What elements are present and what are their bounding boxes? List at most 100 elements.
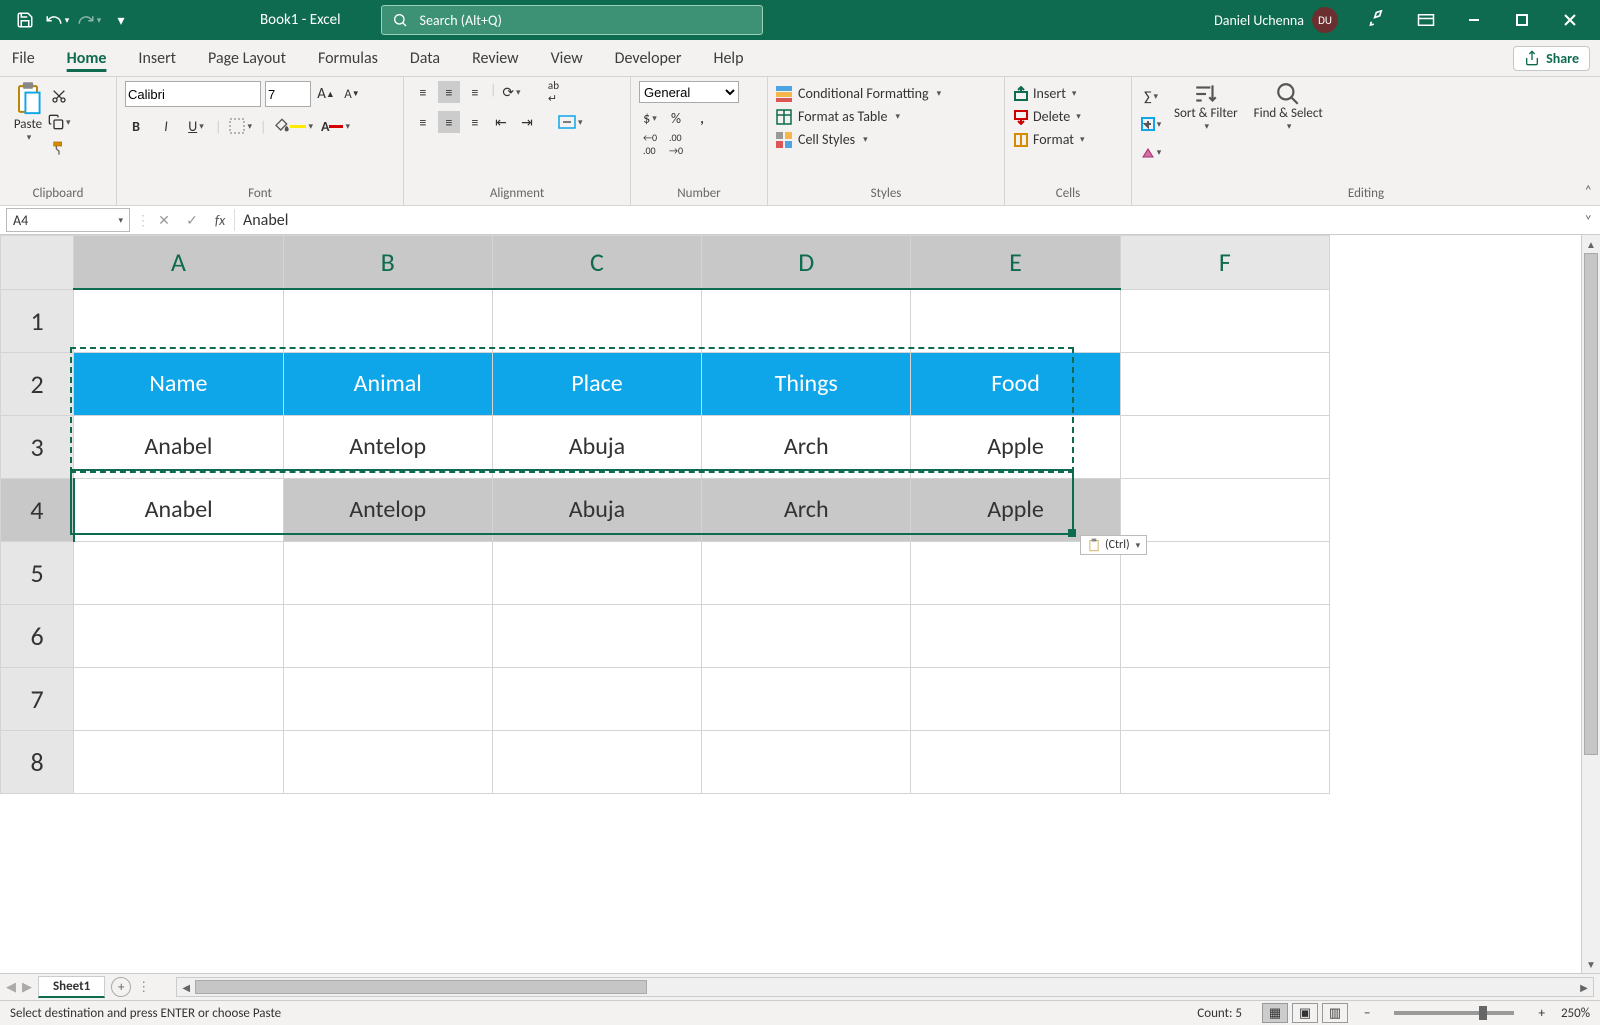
col-header-C[interactable]: C bbox=[492, 236, 701, 290]
format-painter-button[interactable] bbox=[48, 137, 71, 159]
cell-styles-button[interactable]: Cell Styles▾ bbox=[776, 131, 868, 148]
coming-soon-button[interactable] bbox=[1354, 0, 1402, 40]
increase-indent-button[interactable]: ⇥ bbox=[516, 111, 538, 133]
scroll-left-button[interactable]: ◀ bbox=[177, 978, 195, 996]
maximize-button[interactable] bbox=[1498, 0, 1546, 40]
accounting-format-button[interactable]: $▾ bbox=[639, 107, 661, 129]
cell-D2[interactable]: Things bbox=[702, 352, 911, 415]
col-header-D[interactable]: D bbox=[702, 236, 911, 290]
font-family-combo[interactable] bbox=[125, 81, 261, 107]
merge-center-button[interactable]: ▾ bbox=[558, 111, 583, 133]
italic-button[interactable]: I bbox=[155, 115, 177, 137]
share-button[interactable]: Share bbox=[1513, 46, 1590, 71]
tab-review[interactable]: Review bbox=[470, 45, 521, 72]
cell-B4[interactable]: Antelop bbox=[283, 478, 492, 541]
expand-formula-bar-button[interactable]: ˅ bbox=[1576, 212, 1600, 229]
tab-developer[interactable]: Developer bbox=[613, 45, 684, 72]
new-sheet-button[interactable]: + bbox=[111, 977, 131, 997]
normal-view-button[interactable]: ▦ bbox=[1262, 1003, 1288, 1023]
sheet-nav-next[interactable]: ▶ bbox=[22, 980, 32, 995]
row-header-4[interactable]: 4 bbox=[1, 478, 74, 541]
insert-cells-button[interactable]: Insert▾ bbox=[1013, 85, 1076, 102]
user-account[interactable]: Daniel Uchenna DU bbox=[1214, 7, 1338, 33]
undo-button[interactable]: ▾ bbox=[44, 7, 70, 33]
formula-input[interactable]: Anabel bbox=[234, 209, 1576, 231]
qat-customize[interactable]: ▾ bbox=[108, 7, 134, 33]
cell-E4[interactable]: Apple bbox=[911, 478, 1120, 541]
cell-A2[interactable]: Name bbox=[74, 352, 283, 415]
wrap-text-button[interactable]: ab↵ bbox=[542, 81, 564, 103]
comma-button[interactable]: , bbox=[691, 107, 713, 129]
vertical-scrollbar[interactable]: ▲ ▼ bbox=[1581, 235, 1600, 973]
bold-button[interactable]: B bbox=[125, 115, 147, 137]
sort-filter-button[interactable]: Sort & Filter▾ bbox=[1170, 81, 1242, 132]
row-header-3[interactable]: 3 bbox=[1, 415, 74, 478]
minimize-button[interactable] bbox=[1450, 0, 1498, 40]
decrease-font-button[interactable]: A▼ bbox=[341, 83, 363, 105]
cut-button[interactable] bbox=[48, 85, 71, 107]
h-scroll-thumb[interactable] bbox=[195, 980, 647, 994]
row-header-5[interactable]: 5 bbox=[1, 541, 74, 604]
align-bottom-button[interactable]: ≡ bbox=[464, 81, 486, 103]
col-header-F[interactable]: F bbox=[1120, 236, 1329, 290]
tab-file[interactable]: File bbox=[10, 45, 37, 72]
align-center-button[interactable]: ≡ bbox=[438, 111, 460, 133]
tab-page-layout[interactable]: Page Layout bbox=[206, 45, 288, 72]
close-button[interactable] bbox=[1546, 0, 1594, 40]
clear-button[interactable]: ▾ bbox=[1140, 141, 1162, 163]
ribbon-display-button[interactable] bbox=[1402, 0, 1450, 40]
enter-formula-button[interactable]: ✓ bbox=[178, 212, 206, 229]
cell-E2[interactable]: Food bbox=[911, 352, 1120, 415]
fill-color-button[interactable]: ▾ bbox=[274, 115, 313, 137]
row-header-2[interactable]: 2 bbox=[1, 352, 74, 415]
search-box[interactable]: Search (Alt+Q) bbox=[381, 5, 763, 35]
col-header-B[interactable]: B bbox=[283, 236, 492, 290]
collapse-ribbon-button[interactable]: ˄ bbox=[1584, 182, 1592, 199]
tab-home[interactable]: Home bbox=[65, 45, 109, 72]
horizontal-scrollbar[interactable]: ◀ ▶ bbox=[176, 977, 1594, 997]
row-header-6[interactable]: 6 bbox=[1, 604, 74, 667]
col-header-E[interactable]: E bbox=[911, 236, 1120, 290]
col-header-A[interactable]: A bbox=[74, 236, 283, 290]
scroll-right-button[interactable]: ▶ bbox=[1575, 978, 1593, 996]
scroll-up-button[interactable]: ▲ bbox=[1582, 235, 1600, 253]
v-scroll-thumb[interactable] bbox=[1584, 253, 1598, 755]
underline-button[interactable]: U▾ bbox=[185, 115, 207, 137]
zoom-in-button[interactable]: + bbox=[1538, 1006, 1544, 1021]
align-top-button[interactable]: ≡ bbox=[412, 81, 434, 103]
page-break-view-button[interactable]: ▥ bbox=[1322, 1003, 1348, 1023]
cell-D3[interactable]: Arch bbox=[702, 415, 911, 478]
find-select-button[interactable]: Find & Select▾ bbox=[1250, 81, 1327, 132]
number-format-combo[interactable]: General bbox=[639, 81, 739, 103]
scroll-down-button[interactable]: ▼ bbox=[1582, 955, 1600, 973]
sheet-tab-1[interactable]: Sheet1 bbox=[38, 976, 105, 998]
align-middle-button[interactable]: ≡ bbox=[438, 81, 460, 103]
format-cells-button[interactable]: Format▾ bbox=[1013, 131, 1085, 148]
cell-B2[interactable]: Animal bbox=[283, 352, 492, 415]
align-left-button[interactable]: ≡ bbox=[412, 111, 434, 133]
percent-button[interactable]: % bbox=[665, 107, 687, 129]
cell-A4[interactable]: Anabel bbox=[74, 478, 283, 541]
copy-button[interactable]: ▾ bbox=[48, 111, 71, 133]
cell-C4[interactable]: Abuja bbox=[492, 478, 701, 541]
font-color-button[interactable]: A▾ bbox=[321, 115, 350, 137]
cell-B3[interactable]: Antelop bbox=[283, 415, 492, 478]
sheet-nav-prev[interactable]: ◀ bbox=[6, 980, 16, 995]
zoom-level[interactable]: 250% bbox=[1561, 1006, 1590, 1021]
borders-button[interactable]: ▾ bbox=[229, 115, 252, 137]
paste-options-button[interactable]: (Ctrl) ▾ bbox=[1080, 535, 1147, 555]
tab-help[interactable]: Help bbox=[711, 45, 745, 72]
page-layout-view-button[interactable]: ▣ bbox=[1292, 1003, 1318, 1023]
worksheet-grid[interactable]: A B C D E F 1 2 Name Animal Place Things… bbox=[0, 235, 1600, 973]
row-header-8[interactable]: 8 bbox=[1, 730, 74, 793]
cell-C3[interactable]: Abuja bbox=[492, 415, 701, 478]
align-right-button[interactable]: ≡ bbox=[464, 111, 486, 133]
orientation-button[interactable]: ⟳▾ bbox=[500, 81, 522, 103]
fx-button[interactable]: fx bbox=[206, 212, 234, 229]
tab-insert[interactable]: Insert bbox=[136, 45, 178, 72]
tab-formulas[interactable]: Formulas bbox=[316, 45, 380, 72]
increase-font-button[interactable]: A▲ bbox=[315, 83, 337, 105]
paste-button[interactable]: Paste ▾ bbox=[8, 81, 48, 143]
save-button[interactable] bbox=[12, 7, 38, 33]
decrease-indent-button[interactable]: ⇤ bbox=[490, 111, 512, 133]
